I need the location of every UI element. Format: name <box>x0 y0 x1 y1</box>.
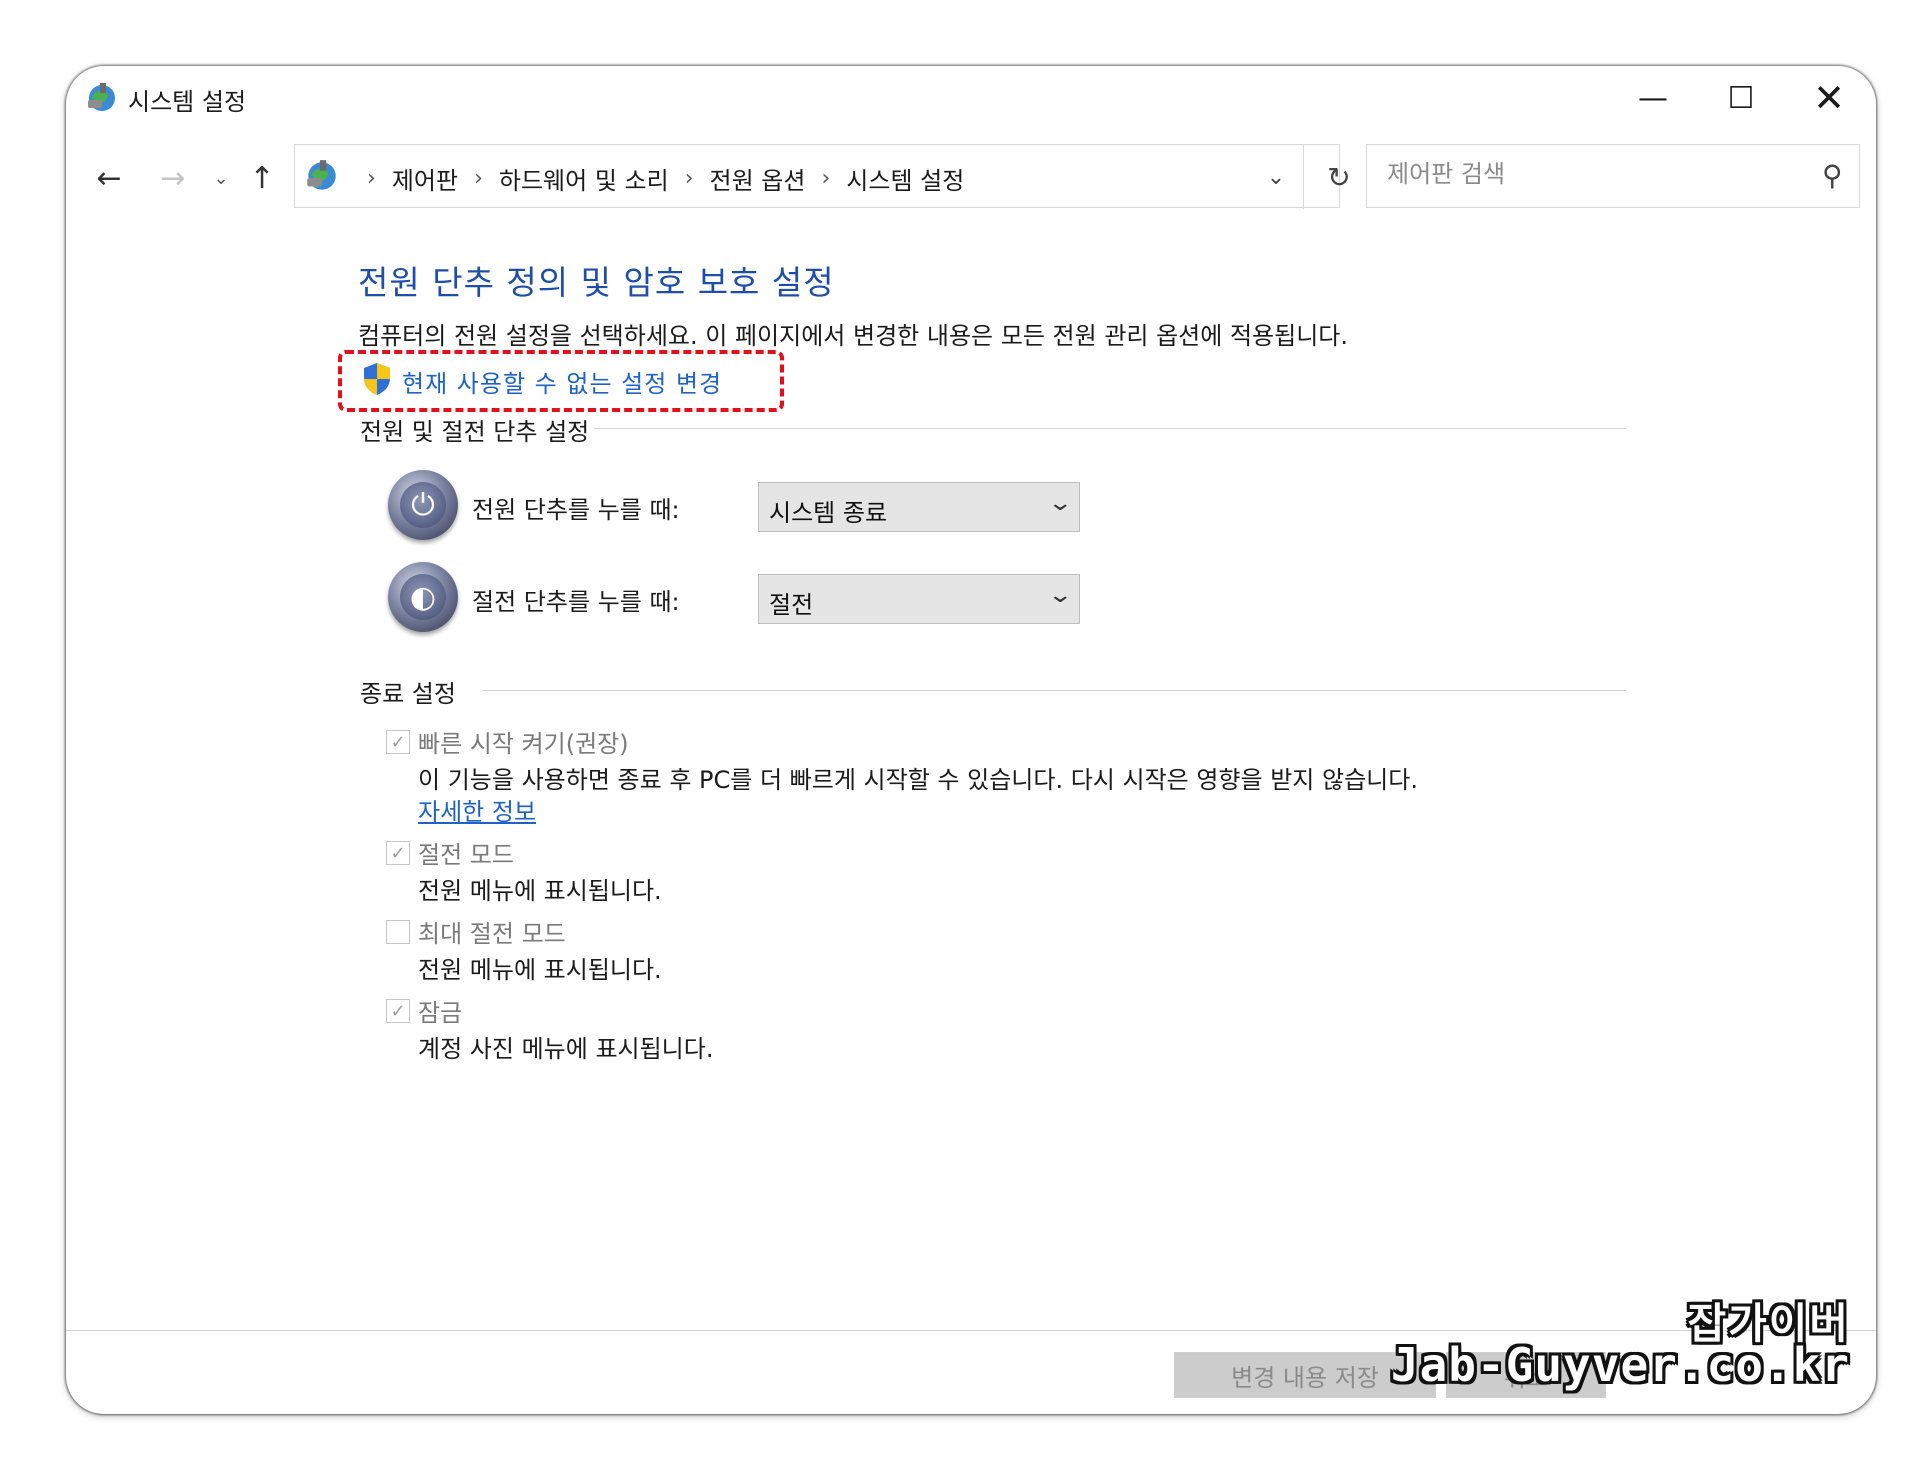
power-button-label: 전원 단추를 누를 때: <box>472 496 680 524</box>
recent-locations-button[interactable]: ⌄ <box>206 156 236 200</box>
more-info-link[interactable]: 자세한 정보 <box>418 792 536 827</box>
sleep-label: 절전 모드 <box>418 841 514 869</box>
power-icon: ⏻ <box>388 470 458 540</box>
sleep-glyph: ◐ <box>400 574 446 620</box>
address-bar[interactable]: › 제어판 › 하드웨어 및 소리 › 전원 옵션 › 시스템 설정 ⌄ ↻ <box>294 144 1351 209</box>
search-input[interactable] <box>1385 159 1789 189</box>
title-bar: 시스템 설정 — ☐ ✕ <box>66 66 1876 130</box>
uac-shield-icon <box>364 363 390 395</box>
lock-label: 잠금 <box>418 999 463 1027</box>
control-panel-icon <box>307 160 336 190</box>
breadcrumb: › 제어판 › 하드웨어 및 소리 › 전원 옵션 › 시스템 설정 <box>351 161 964 196</box>
lock-checkbox[interactable]: ✓ <box>386 999 410 1023</box>
minimize-button[interactable]: — <box>1610 66 1696 130</box>
chevron-down-icon: ⌄ <box>1046 583 1073 608</box>
section-divider <box>482 690 1626 691</box>
shutdown-section-heading: 종료 설정 <box>360 680 456 708</box>
power-glyph: ⏻ <box>400 482 446 528</box>
chevron-down-icon: ⌄ <box>1046 491 1073 516</box>
sleep-checkbox[interactable]: ✓ <box>386 841 410 865</box>
sleep-button-row: ◐ 절전 단추를 누를 때: 절전 ⌄ <box>388 562 1088 638</box>
sleep-description: 전원 메뉴에 표시됩니다. <box>418 877 662 905</box>
breadcrumb-hardware-sound[interactable]: 하드웨어 및 소리 <box>499 161 669 196</box>
back-button[interactable]: ← <box>86 156 132 200</box>
watermark-url: Jab-Guyver.co.kr <box>1390 1338 1850 1392</box>
section-divider <box>594 428 1626 429</box>
sleep-icon: ◐ <box>388 562 458 632</box>
close-button[interactable]: ✕ <box>1786 66 1872 130</box>
power-button-row: ⏻ 전원 단추를 누를 때: 시스템 종료 ⌄ <box>388 470 1088 546</box>
site-watermark: 잡가이버 Jab-Guyver.co.kr <box>1320 1290 1850 1402</box>
up-button[interactable]: ↑ <box>240 156 284 200</box>
power-section-heading: 전원 및 절전 단추 설정 <box>360 418 590 446</box>
lock-description: 계정 사진 메뉴에 표시됩니다. <box>418 1035 714 1063</box>
page-description: 컴퓨터의 전원 설정을 선택하세요. 이 페이지에서 변경한 내용은 모든 전원… <box>358 322 1349 350</box>
maximize-button[interactable]: ☐ <box>1698 66 1784 130</box>
search-box[interactable]: ⚲ <box>1366 144 1860 208</box>
change-settings-link-label[interactable]: 현재 사용할 수 없는 설정 변경 <box>402 364 722 399</box>
refresh-button[interactable]: ↻ <box>1303 145 1374 209</box>
fast-startup-checkbox[interactable]: ✓ <box>386 730 410 754</box>
hibernate-checkbox[interactable] <box>386 920 410 944</box>
control-panel-icon <box>88 83 115 111</box>
breadcrumb-separator[interactable]: › <box>821 166 830 191</box>
power-button-value: 시스템 종료 <box>769 499 888 527</box>
breadcrumb-separator[interactable]: › <box>685 166 694 191</box>
breadcrumb-power-options[interactable]: 전원 옵션 <box>710 161 806 196</box>
navigation-bar: ← → ⌄ ↑ › 제어판 › 하드웨어 및 소리 › 전원 옵션 › 시스템 … <box>66 144 1876 214</box>
fast-startup-label: 빠른 시작 켜기(권장) <box>418 730 629 758</box>
hibernate-description: 전원 메뉴에 표시됩니다. <box>418 956 662 984</box>
forward-button[interactable]: → <box>150 156 196 200</box>
search-icon[interactable]: ⚲ <box>1822 159 1843 192</box>
page-title: 전원 단추 정의 및 암호 보호 설정 <box>358 263 835 302</box>
chevron-down-icon[interactable]: ⌄ <box>1251 155 1301 199</box>
breadcrumb-system-settings[interactable]: 시스템 설정 <box>846 161 964 196</box>
breadcrumb-control-panel[interactable]: 제어판 <box>392 161 458 196</box>
window-title: 시스템 설정 <box>128 88 247 116</box>
system-settings-window: 시스템 설정 — ☐ ✕ ← → ⌄ ↑ › 제어판 › 하드웨어 및 소리 ›… <box>66 66 1876 1414</box>
sleep-button-select[interactable]: 절전 ⌄ <box>758 574 1080 624</box>
breadcrumb-separator[interactable]: › <box>367 166 376 191</box>
power-button-select[interactable]: 시스템 종료 ⌄ <box>758 482 1080 532</box>
breadcrumb-separator[interactable]: › <box>474 166 483 191</box>
hibernate-label: 최대 절전 모드 <box>418 920 566 948</box>
sleep-button-label: 절전 단추를 누를 때: <box>472 588 680 616</box>
fast-startup-description: 이 기능을 사용하면 종료 후 PC를 더 빠르게 시작할 수 있습니다. 다시… <box>418 766 1418 794</box>
change-unavailable-settings-link[interactable]: 현재 사용할 수 없는 설정 변경 <box>338 350 784 412</box>
sleep-button-value: 절전 <box>769 591 814 619</box>
